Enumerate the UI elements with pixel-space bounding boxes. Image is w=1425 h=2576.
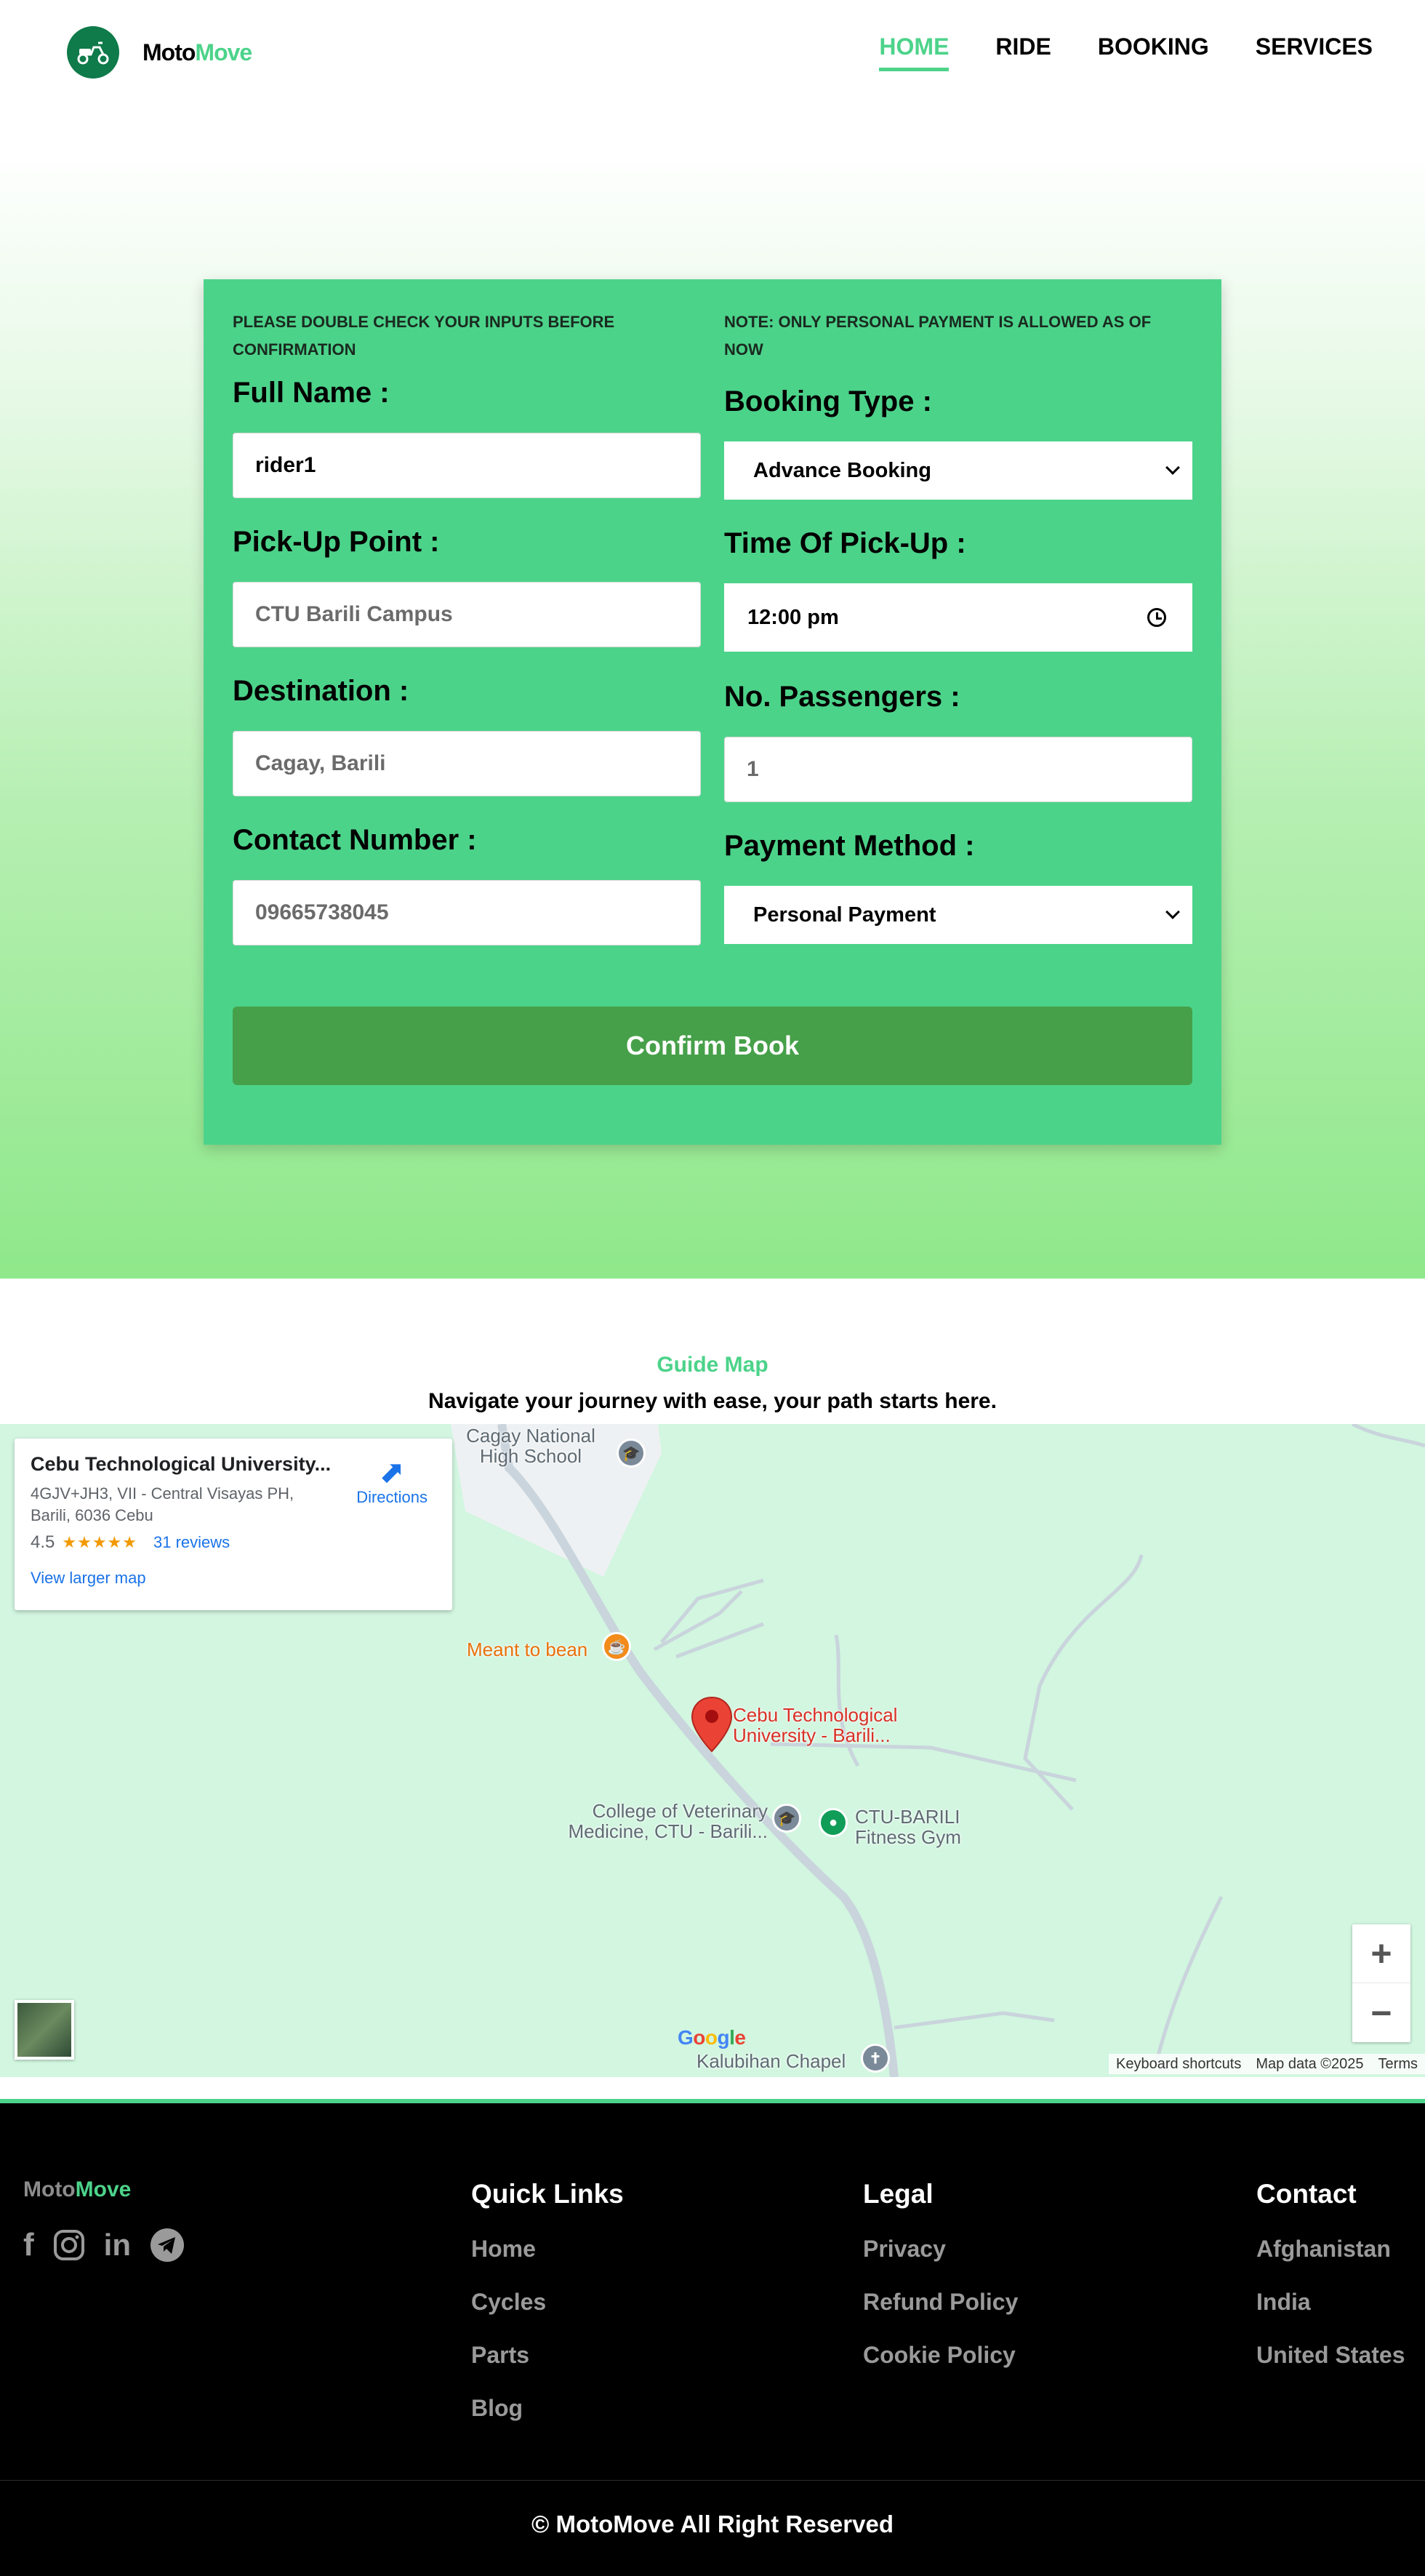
contact-input[interactable]: 09665738045 [233,880,701,945]
full-name-label: Full Name : [233,377,390,409]
nav-ride[interactable]: RIDE [995,33,1051,71]
guide-section: Guide Map Navigate your journey with eas… [0,1279,1425,1424]
footer-quick-links: Quick Links Home Cycles Parts Blog [471,2179,624,2448]
payment-label: Payment Method : [724,830,975,862]
passengers-label: No. Passengers : [724,681,960,713]
contact-label: Contact Number : [233,824,477,856]
clock-icon [1147,608,1166,627]
school-icon[interactable]: 🎓 [617,1439,646,1468]
note-right: NOTE: ONLY PERSONAL PAYMENT IS ALLOWED A… [724,313,1152,359]
map-label-gym: CTU-BARILI Fitness Gym [855,1806,961,1848]
telegram-icon[interactable] [150,2228,185,2263]
footer-link-cookie[interactable]: Cookie Policy [863,2342,1018,2369]
copyright-text: © MotoMove All Right Reserved [531,2511,894,2537]
keyboard-shortcuts-link[interactable]: Keyboard shortcuts [1116,2056,1241,2073]
scooter-icon [67,26,119,79]
cafe-icon[interactable]: ☕ [602,1632,631,1661]
map-label-cafe: Meant to bean [467,1639,588,1660]
quick-links-title: Quick Links [471,2179,624,2209]
instagram-icon[interactable] [53,2229,85,2261]
directions-button[interactable]: ⬈ Directions [356,1456,428,1507]
booking-form: PLEASE DOUBLE CHECK YOUR INPUTS BEFORE C… [204,279,1221,1145]
linkedin-icon[interactable]: in [104,2228,131,2263]
terms-link[interactable]: Terms [1378,2056,1418,2073]
footer-divider [0,2480,1425,2481]
place-address: 4GJV+JH3, VII - Central Visayas PH, Bari… [31,1484,294,1524]
contact-title: Contact [1256,2179,1357,2209]
chapel-icon[interactable]: ✝ [861,2044,890,2073]
form-left-column: PLEASE DOUBLE CHECK YOUR INPUTS BEFORE C… [233,308,701,945]
rating-value: 4.5 [31,1532,55,1552]
social-links: f in [23,2227,185,2263]
payment-select[interactable]: Personal Payment [724,886,1192,944]
reviews-link[interactable]: 31 reviews [153,1533,230,1552]
footer-link-blog[interactable]: Blog [471,2395,624,2422]
destination-input[interactable]: Cagay, Barili [233,731,701,796]
footer-logo[interactable]: MotoMove [23,2177,131,2202]
form-right-column: NOTE: ONLY PERSONAL PAYMENT IS ALLOWED A… [724,308,1192,944]
map-label-college: College of Veterinary Medicine, CTU - Ba… [568,1800,768,1842]
note-left: PLEASE DOUBLE CHECK YOUR INPUTS BEFORE C… [233,313,615,359]
zoom-in-button[interactable]: + [1352,1924,1410,1983]
legal-title: Legal [863,2179,934,2209]
footer-link-cycles[interactable]: Cycles [471,2289,624,2316]
footer-link-home[interactable]: Home [471,2236,624,2263]
pickup-label: Pick-Up Point : [233,526,440,558]
footer-link-parts[interactable]: Parts [471,2342,624,2369]
place-info-card: Cebu Technological University... 4GJV+JH… [15,1439,452,1610]
google-logo: Google [678,2026,746,2049]
map-attribution: Keyboard shortcuts Map data ©2025 Terms [1109,2054,1425,2074]
zoom-controls: + − [1352,1924,1410,2042]
gym-icon[interactable]: ● [819,1808,848,1837]
booking-type-label: Booking Type : [724,385,932,417]
college-icon[interactable]: 🎓 [772,1804,801,1833]
destination-label: Destination : [233,675,409,707]
nav-services[interactable]: SERVICES [1256,33,1373,71]
time-label: Time Of Pick-Up : [724,527,966,559]
hero-section: PLEASE DOUBLE CHECK YOUR INPUTS BEFORE C… [0,102,1425,1279]
map-data-text: Map data ©2025 [1256,2055,1364,2072]
footer-link-privacy[interactable]: Privacy [863,2236,1018,2263]
map-label-chapel: Kalubihan Chapel [697,2050,846,2072]
zoom-out-button[interactable]: − [1352,1983,1410,2042]
time-input[interactable]: 12:00 pm [724,583,1192,652]
chevron-down-icon [1165,905,1180,919]
place-rating: 4.5 ★★★★★ 31 reviews [31,1532,436,1553]
confirm-book-button[interactable]: Confirm Book [233,1007,1192,1085]
guide-subtitle: Navigate your journey with ease, your pa… [428,1389,997,1413]
nav-home[interactable]: HOME [879,33,950,71]
star-icons: ★★★★★ [62,1533,137,1551]
map-label-university: Cebu Technological University - Barili..… [733,1704,898,1746]
embedded-map[interactable]: Cebu Technological University... 4GJV+JH… [0,1424,1425,2077]
full-name-input[interactable]: rider1 [233,433,701,498]
view-larger-map-link[interactable]: View larger map [31,1569,436,1588]
booking-type-select[interactable]: Advance Booking [724,441,1192,500]
guide-title: Guide Map [657,1353,768,1377]
footer-contact: Contact Afghanistan India United States [1256,2179,1405,2395]
footer-contact-india[interactable]: India [1256,2289,1405,2316]
logo[interactable]: MotoMove [67,26,252,79]
nav-booking[interactable]: BOOKING [1098,33,1209,71]
site-footer: MotoMove f in Quick Links Home Cycles Pa… [0,2103,1425,2576]
site-header: MotoMove HOME RIDE BOOKING SERVICES [0,0,1425,102]
map-label-school: Cagay National High School [466,1425,595,1467]
facebook-icon[interactable]: f [23,2227,34,2263]
logo-text: MotoMove [142,39,252,65]
directions-label: Directions [356,1488,428,1506]
booking-type-value: Advance Booking [753,458,931,482]
payment-value: Personal Payment [753,903,936,927]
main-nav: HOME RIDE BOOKING SERVICES [879,33,1373,71]
satellite-toggle[interactable] [15,2000,74,2060]
location-pin-icon[interactable] [691,1696,733,1753]
pickup-input[interactable]: CTU Barili Campus [233,582,701,647]
footer-contact-us[interactable]: United States [1256,2342,1405,2369]
footer-contact-afghanistan[interactable]: Afghanistan [1256,2236,1405,2263]
directions-icon: ⬈ [379,1455,405,1489]
footer-legal: Legal Privacy Refund Policy Cookie Polic… [863,2179,1018,2395]
chevron-down-icon [1165,460,1180,475]
time-value: 12:00 pm [747,605,839,629]
passengers-input[interactable]: 1 [724,737,1192,802]
footer-link-refund[interactable]: Refund Policy [863,2289,1018,2316]
